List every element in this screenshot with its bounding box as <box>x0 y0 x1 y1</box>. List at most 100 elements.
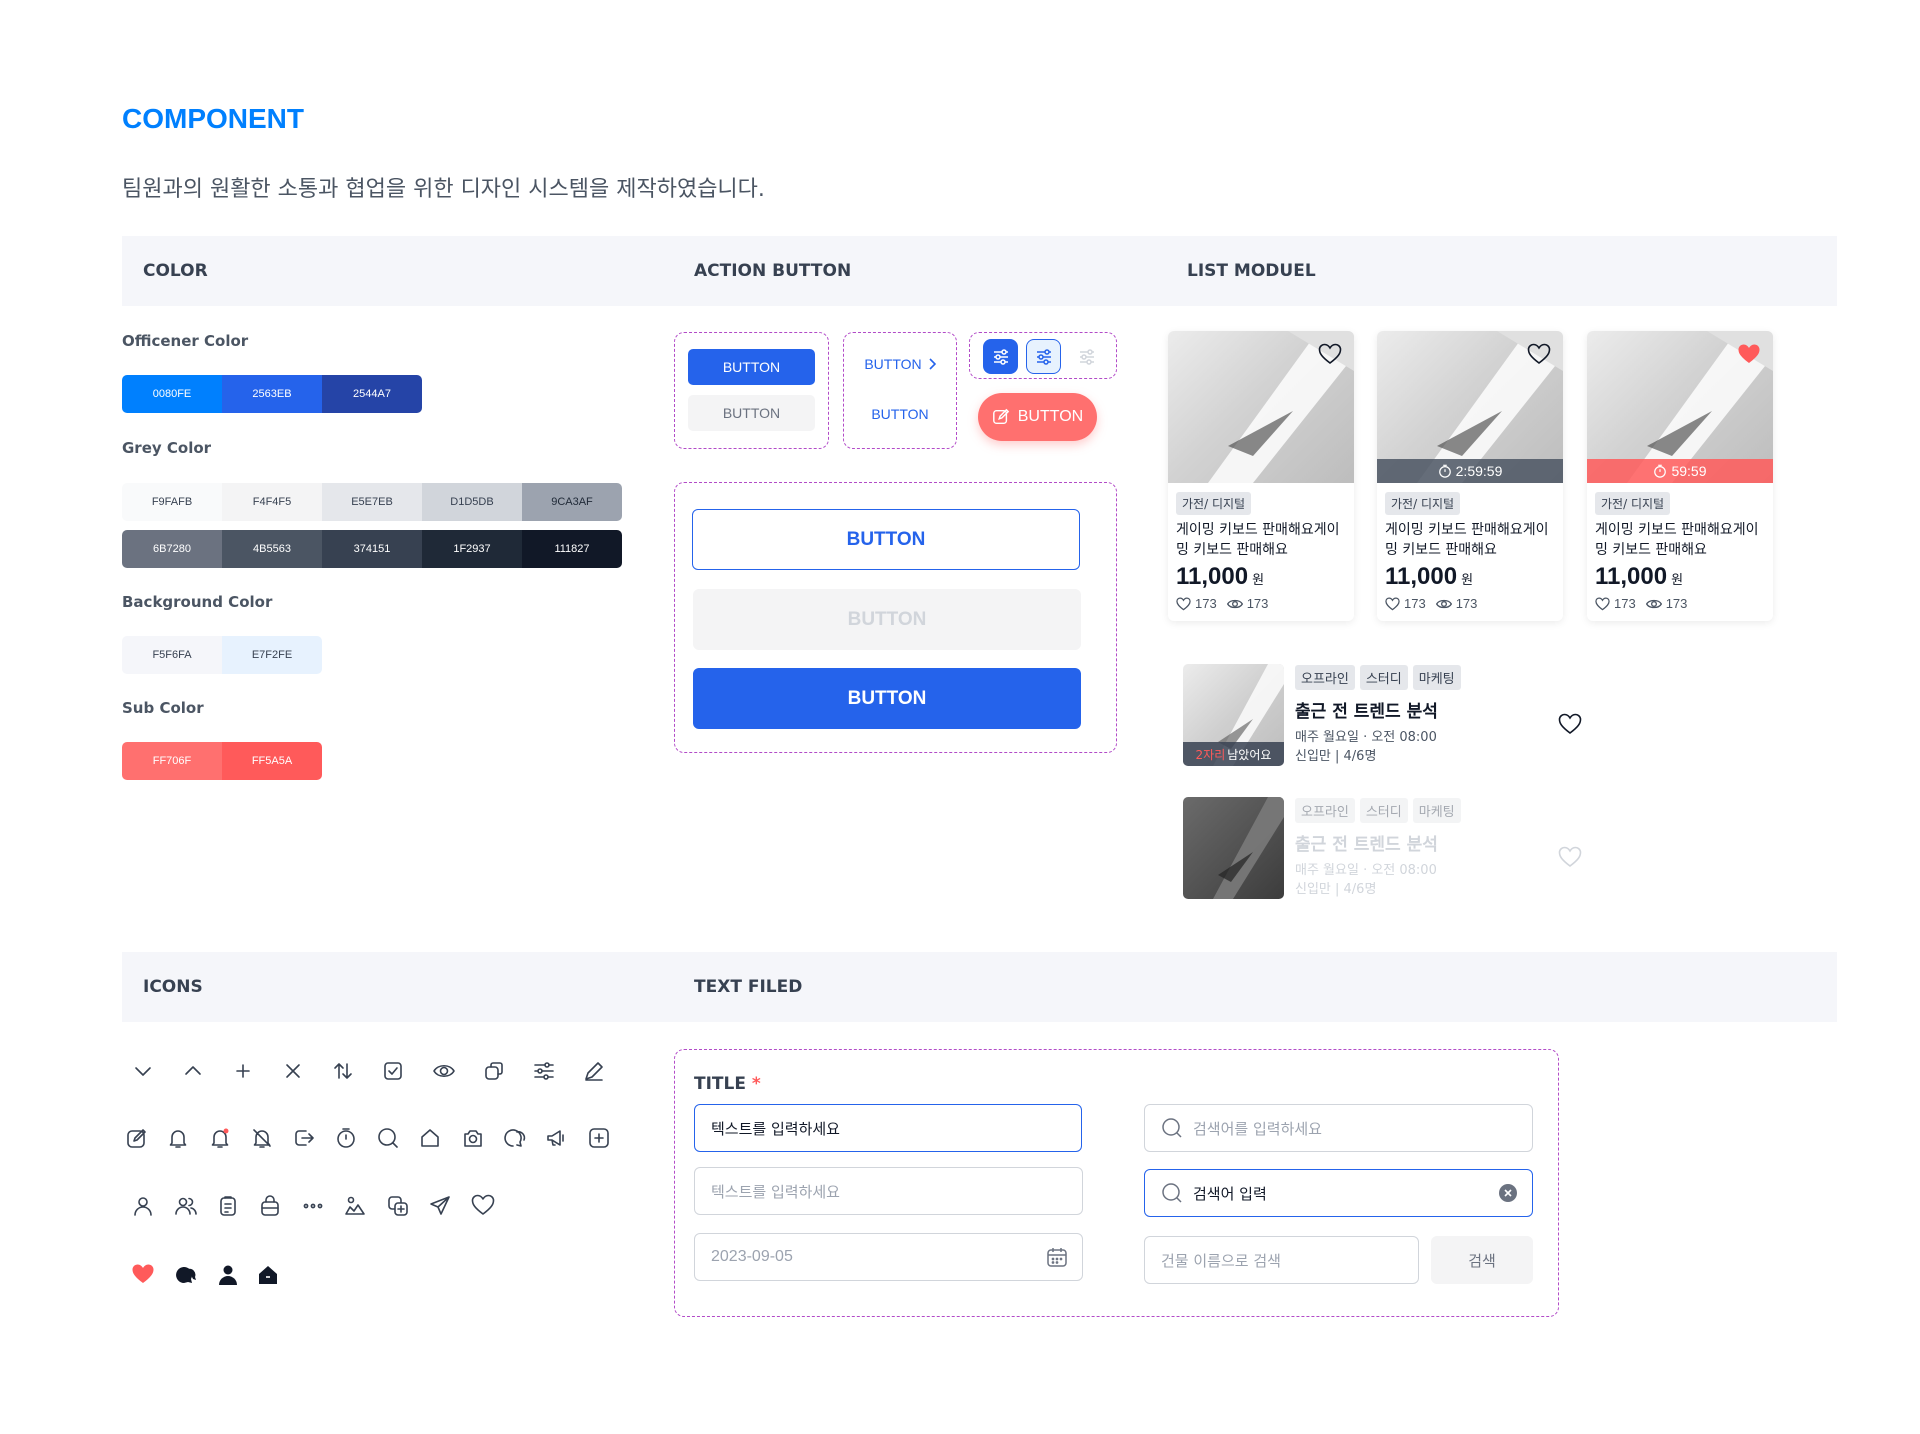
section-title-icons: ICONS <box>143 977 203 997</box>
product-thumbnail <box>1168 331 1354 483</box>
eye-icon <box>1435 599 1452 608</box>
swatch: 2544A7 <box>322 375 422 413</box>
filter-button-outline[interactable] <box>1026 339 1061 374</box>
filter-icon <box>993 348 1008 365</box>
product-stats: 173 173 <box>1595 596 1687 611</box>
study-item[interactable]: 2자리 남았어요 오프라인 스터디 마케팅 출근 전 트렌드 분석 매주 월요일 · … <box>1183 664 1583 766</box>
search-icon <box>1162 1118 1182 1138</box>
filter-icon-glyph <box>534 1062 554 1080</box>
text-input-active[interactable]: 텍스트를 입력하세요 <box>694 1104 1082 1152</box>
study-meta: 신입만 | 4/6명 <box>1295 882 1377 897</box>
edit-icon <box>123 1124 151 1152</box>
chat-icon-glyph <box>504 1129 526 1147</box>
page-title: COMPONENT <box>122 103 304 134</box>
timer-icon-glyph <box>337 1128 355 1148</box>
like-toggle[interactable] <box>1737 343 1761 365</box>
small-primary-button[interactable]: BUTTON <box>688 349 815 385</box>
study-tags: 오프라인 스터디 마케팅 <box>1295 665 1466 690</box>
heart-filled-icon[interactable] <box>1737 343 1761 365</box>
tag: 마케팅 <box>1412 665 1461 690</box>
date-input[interactable]: 2023-09-05 <box>694 1233 1083 1281</box>
home-icon <box>416 1124 444 1152</box>
small-grey-button[interactable]: BUTTON <box>688 395 815 431</box>
search-input[interactable]: 검색어를 입력하세요 <box>1144 1104 1533 1152</box>
search-button[interactable]: 검색 <box>1431 1236 1533 1284</box>
user-filled-icon <box>214 1261 242 1289</box>
copy-plus-icon-glyph <box>388 1196 408 1216</box>
swatch: 1F2937 <box>422 530 522 568</box>
plus-icon-glyph <box>236 1064 250 1078</box>
heart-icon[interactable] <box>1558 713 1582 735</box>
eye-icon-glyph <box>433 1064 455 1078</box>
study-title: 출근 전 트렌드 분석 <box>1295 835 1438 855</box>
user-icon <box>129 1192 157 1220</box>
price-unit: 원 <box>1252 572 1265 587</box>
bell-off-icon-glyph <box>253 1129 271 1148</box>
bell-dot-icon <box>206 1124 234 1152</box>
text-plain-button[interactable]: BUTTON <box>852 398 948 430</box>
product-card[interactable]: 2:59:59 가전/ 디지털 게이밍 키보드 판매해요게이밍 키보드 판매해요… <box>1377 331 1563 621</box>
timer-icon <box>1438 464 1451 478</box>
heart-icon <box>1176 596 1191 610</box>
disabled-large-button[interactable]: BUTTON <box>693 589 1081 650</box>
study-thumbnail: 2자리 남았어요 <box>1183 664 1284 766</box>
plus-icon <box>229 1057 257 1085</box>
remain-badge: 2자리 남았어요 <box>1183 742 1284 766</box>
text-arrow-button[interactable]: BUTTON <box>852 348 948 380</box>
building-search-input[interactable]: 건물 이름으로 검색 <box>1144 1236 1419 1284</box>
tag: 오프라인 <box>1295 665 1355 690</box>
fab-edit-button[interactable]: BUTTON <box>978 393 1097 441</box>
page-subtitle: 팀원과의 원활한 소통과 협업을 위한 디자인 시스템을 제작하였습니다. <box>122 177 765 202</box>
eye-icon <box>1226 599 1243 608</box>
views-count: 173 <box>1665 596 1688 611</box>
study-item-disabled[interactable]: 오프라인 스터디 마케팅 출근 전 트렌드 분석 매주 월요일 · 오전 08:00… <box>1183 797 1583 899</box>
filter-button-disabled[interactable] <box>1069 339 1104 374</box>
product-card[interactable]: 가전/ 디지털 게이밍 키보드 판매해요게이밍 키보드 판매해요 11,000 원… <box>1168 331 1354 621</box>
officener-swatches: 0080FE 2563EB 2544A7 <box>122 375 422 413</box>
search-input-active[interactable]: 검색어 입력 <box>1144 1169 1533 1217</box>
swatch: 111827 <box>522 530 622 568</box>
plus-square-icon-glyph <box>589 1128 609 1148</box>
field-title: TITLE * <box>694 1074 761 1094</box>
bag-icon <box>256 1192 284 1220</box>
timer-icon <box>1654 464 1667 478</box>
price-unit: 원 <box>1461 572 1474 587</box>
like-toggle[interactable] <box>1527 343 1551 365</box>
heart-icon[interactable] <box>1527 343 1551 365</box>
search-placeholder: 검색어를 입력하세요 <box>1193 1119 1322 1138</box>
clear-icon[interactable] <box>1498 1183 1518 1203</box>
chevron-down-icon <box>129 1057 157 1085</box>
like-toggle[interactable] <box>1318 343 1342 365</box>
primary-large-button[interactable]: BUTTON <box>693 668 1081 729</box>
product-card[interactable]: 59:59 가전/ 디지털 게이밍 키보드 판매해요게이밍 키보드 판매해요 1… <box>1587 331 1773 621</box>
heart-icon[interactable] <box>1558 846 1582 868</box>
study-tags: 오프라인 스터디 마케팅 <box>1295 798 1466 823</box>
study-title: 출근 전 트렌드 분석 <box>1295 702 1438 722</box>
date-value: 2023-09-05 <box>711 1248 793 1265</box>
category-badge: 가전/ 디지털 <box>1595 492 1671 515</box>
heart-filled-icon-glyph <box>132 1264 154 1283</box>
bag-icon-glyph <box>261 1195 279 1216</box>
swatch: E5E7EB <box>322 483 422 521</box>
eye-icon <box>1645 599 1662 608</box>
outline-large-button[interactable]: BUTTON <box>692 509 1080 570</box>
price-value: 11,000 <box>1595 563 1668 590</box>
background-color-label: Background Color <box>122 593 273 611</box>
calendar-icon[interactable] <box>1046 1246 1068 1268</box>
heart-icon-glyph <box>471 1194 495 1215</box>
edit-icon-glyph <box>127 1129 146 1148</box>
study-thumbnail <box>1183 797 1284 899</box>
likes-count: 173 <box>1404 596 1426 611</box>
product-stats: 173 173 <box>1176 596 1268 611</box>
exit-icon-glyph <box>295 1130 314 1146</box>
study-schedule: 매주 월요일 · 오전 08:00 <box>1295 863 1437 878</box>
camera-icon <box>459 1124 487 1152</box>
heart-icon <box>1595 596 1610 610</box>
home-icon-glyph <box>421 1129 439 1147</box>
remain-count: 2자리 <box>1195 747 1226 762</box>
heart-icon[interactable] <box>1318 343 1342 365</box>
filter-button-active[interactable] <box>983 339 1018 374</box>
text-input[interactable]: 텍스트를 입력하세요 <box>694 1167 1083 1215</box>
fab-label: BUTTON <box>1017 408 1084 425</box>
bell-off-icon <box>248 1124 276 1152</box>
